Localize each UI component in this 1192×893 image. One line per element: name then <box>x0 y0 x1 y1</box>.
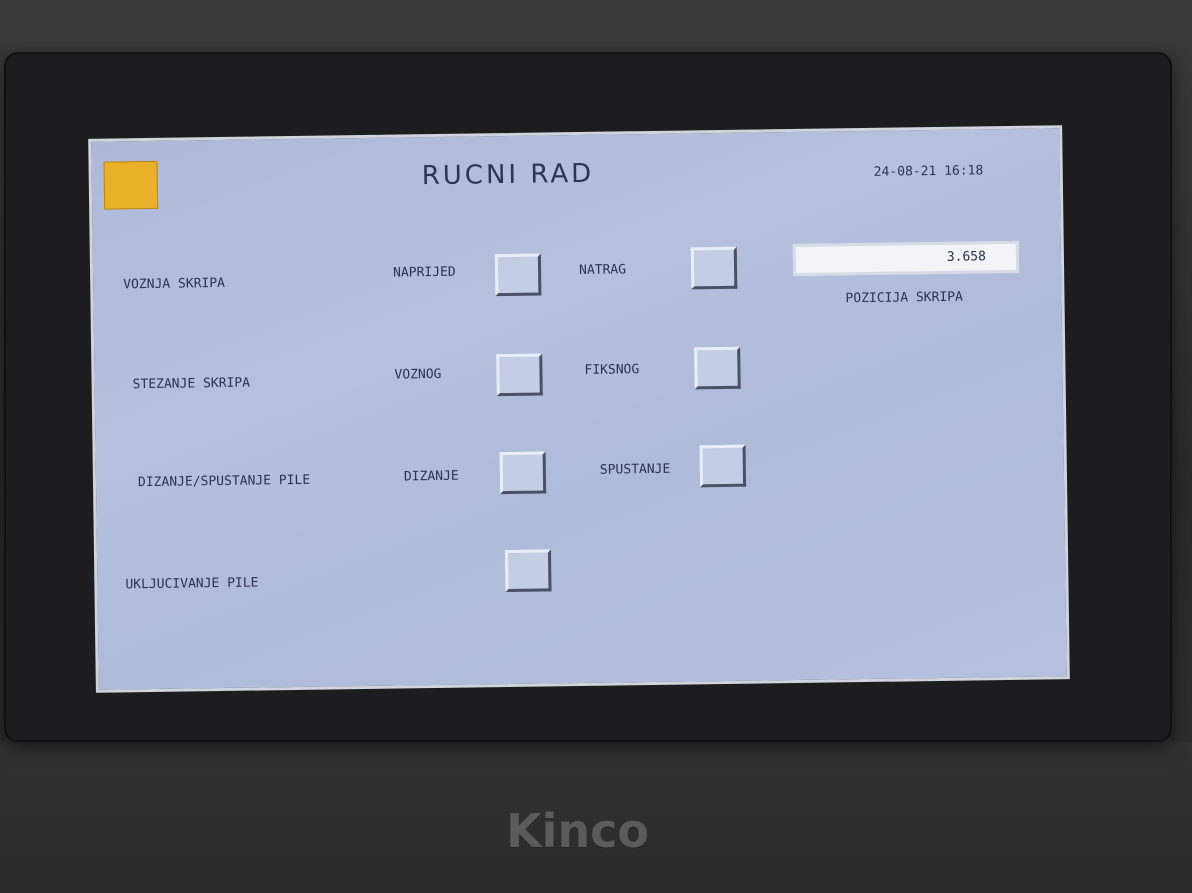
home-button[interactable] <box>103 160 159 210</box>
position-value: 3.658 <box>946 249 987 265</box>
option-label-fiksnog: FIKSNOG <box>584 362 640 378</box>
page-title: RUCNI RAD <box>421 158 595 192</box>
brand-logo: Kinco <box>506 804 650 858</box>
option-label-spustanje: SPUSTANJE <box>599 461 671 478</box>
spustanje-button[interactable] <box>699 444 747 488</box>
option-label-voznog: VOZNOG <box>394 366 442 383</box>
row-label-voznja-skripa: VOZNJA SKRIPA <box>123 275 226 293</box>
row-label-stezanje-skripa: STEZANJE SKRIPA <box>132 375 251 393</box>
natrag-button[interactable] <box>690 246 738 290</box>
row-label-dizanje-spustanje-pile: DIZANJE/SPUSTANJE PILE <box>137 472 311 491</box>
row-label-ukljucivanje-pile: UKLJUCIVANJE PILE <box>125 575 259 593</box>
fiksnog-button[interactable] <box>694 346 741 390</box>
option-label-naprijed: NAPRIJED <box>392 264 456 281</box>
naprijed-button[interactable] <box>494 253 542 297</box>
datetime-display: 24-08-21 16:18 <box>873 163 984 180</box>
dizanje-button[interactable] <box>499 451 547 495</box>
ukljucivanje-pile-button[interactable] <box>504 549 552 593</box>
option-label-natrag: NATRAG <box>578 262 627 278</box>
voznog-button[interactable] <box>496 353 543 397</box>
option-label-dizanje: DIZANJE <box>403 468 459 485</box>
position-label: POZICIJA SKRIPA <box>845 289 963 307</box>
position-field: 3.658 <box>792 240 1020 276</box>
hmi-screen: RUCNI RAD 24-08-21 16:18 VOZNJA SKRIPA N… <box>88 125 1070 693</box>
